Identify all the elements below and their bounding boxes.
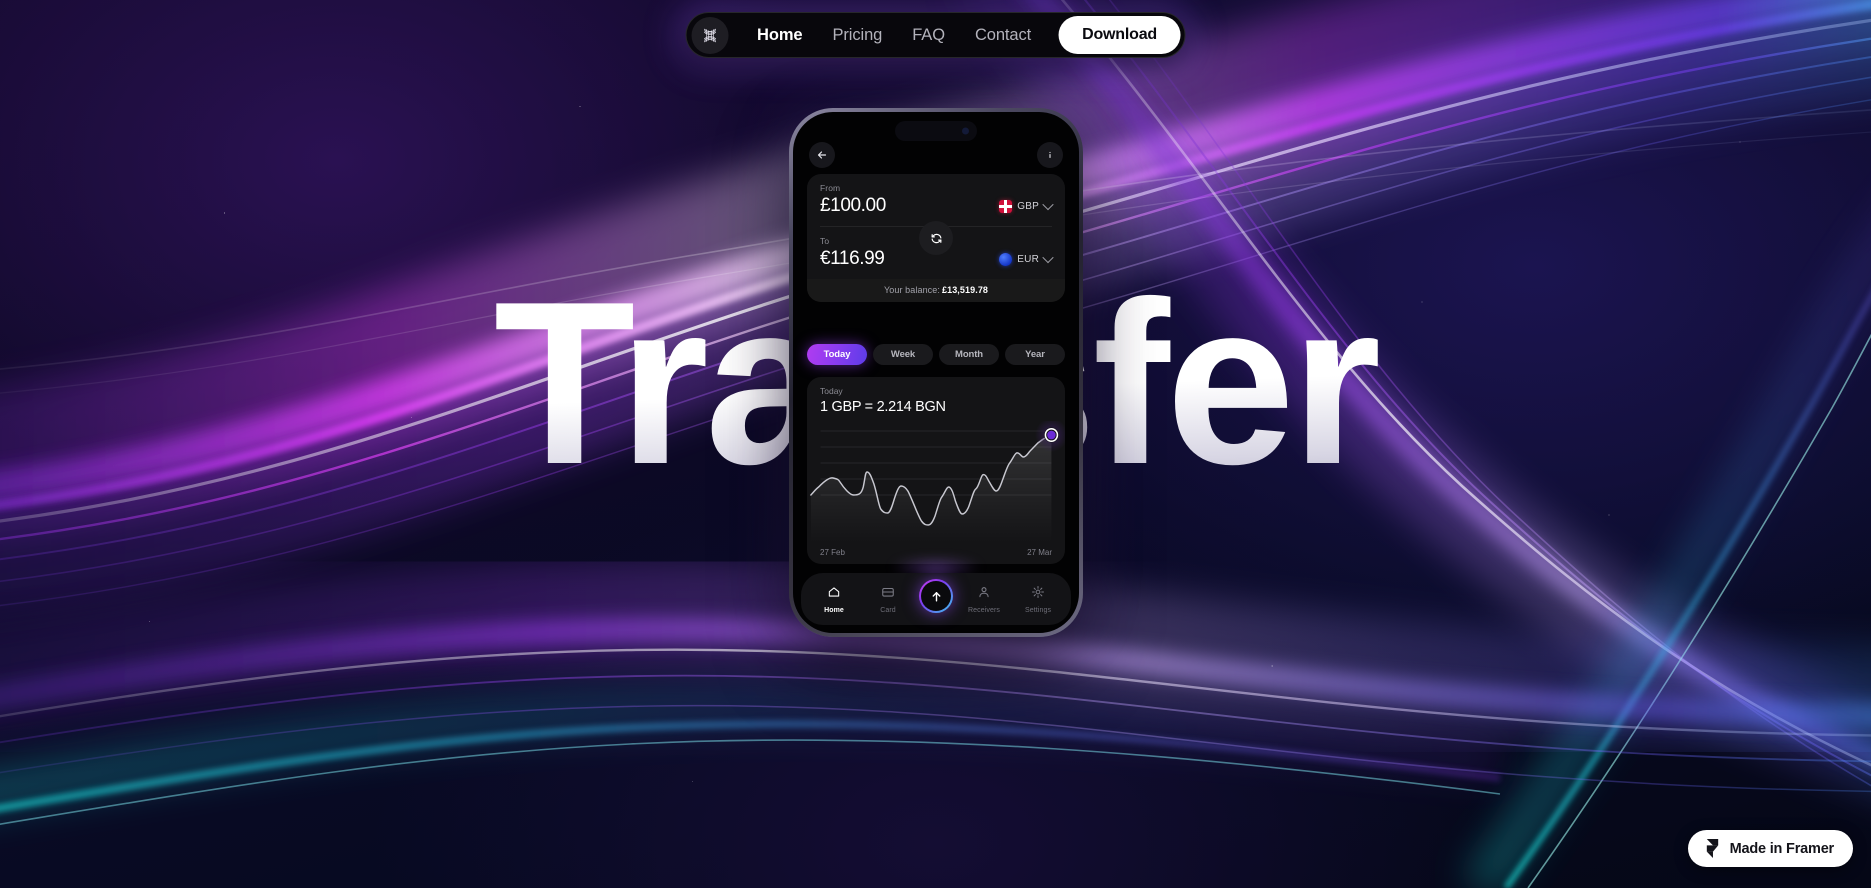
download-button[interactable]: Download [1058,16,1181,54]
chart-period-label: Today [820,386,843,396]
info-icon[interactable] [1037,142,1063,168]
period-tab-today[interactable]: Today [807,344,867,365]
arrow-left-icon[interactable] [809,142,835,168]
bottom-nav-card[interactable]: Card [865,585,911,614]
period-tab-year[interactable]: Year [1005,344,1065,365]
balance-bar: Your balance: £13,519.78 [807,279,1065,302]
dynamic-island [895,121,977,141]
bottom-nav-receivers[interactable]: Receivers [961,585,1007,614]
person-icon [977,585,991,604]
gear-icon [1031,585,1045,604]
made-in-framer-badge[interactable]: Made in Framer [1687,830,1853,867]
card-icon [881,585,895,604]
chart-area-fill [810,435,1052,543]
nav-links: Home Pricing FAQ Contact [742,20,1046,51]
home-icon [827,585,841,604]
chevron-down-icon [1042,251,1054,264]
to-currency-selector[interactable]: EUR [999,251,1054,266]
converter-from-row: From £100.00 GBP [807,174,1065,226]
from-currency-selector[interactable]: GBP [999,198,1054,213]
balance-label: Your balance: [883,285,940,295]
period-tab-month[interactable]: Month [939,344,999,365]
bottom-nav-home[interactable]: Home [811,585,857,614]
bottom-nav-home-label: Home [824,606,844,614]
phone-mockup: From £100.00 GBP To €116.99 EUR Your bal… [789,108,1083,637]
chart-current-marker [1047,430,1056,440]
chart-date-axis: 27 Feb 27 Mar [820,548,1052,557]
to-amount-value[interactable]: €116.99 [820,248,885,270]
bottom-nav-settings-label: Settings [1024,606,1052,614]
nav-link-home[interactable]: Home [742,20,817,51]
exchange-rate-chart-card: Today 1 GBP = 2.214 BGN 27 Feb 27 Mar [807,377,1065,564]
chart-end-date: 27 Mar [1027,548,1052,557]
bottom-nav-receivers-label: Receivers [967,606,1001,614]
app-bottom-nav: Home Card Receivers Settings [801,573,1071,625]
balance-value: £13,519.78 [941,285,989,295]
nav-link-faq[interactable]: FAQ [897,20,960,51]
x-braid-logo-icon[interactable] [691,16,729,54]
nav-link-contact[interactable]: Contact [960,20,1046,51]
period-tab-week[interactable]: Week [873,344,933,365]
flag-eur-icon [999,252,1013,266]
to-currency-code: EUR [1017,253,1039,265]
main-navbar: Home Pricing FAQ Contact Download [685,12,1186,58]
bottom-nav-settings[interactable]: Settings [1015,585,1061,614]
currency-converter-card: From £100.00 GBP To €116.99 EUR Your bal… [807,174,1065,302]
chart-rate-value: 1 GBP = 2.214 BGN [820,399,946,415]
front-camera-icon [962,127,969,135]
chart-start-date: 27 Feb [820,548,845,557]
from-label: From [820,183,841,193]
app-header [793,135,1079,175]
flag-gbp-icon [999,199,1013,213]
chevron-down-icon [1042,198,1054,211]
phone-screen: From £100.00 GBP To €116.99 EUR Your bal… [793,112,1079,633]
send-money-button[interactable] [919,579,953,613]
from-amount-value[interactable]: £100.00 [820,195,886,217]
page-root: Transfer Home Pricing [0,0,1871,888]
rate-line-chart [807,421,1065,543]
framer-badge-label: Made in Framer [1729,840,1835,857]
from-currency-code: GBP [1017,200,1039,212]
nav-link-pricing[interactable]: Pricing [817,20,897,51]
bottom-nav-card-label: Card [880,606,896,614]
period-tabs: Today Week Month Year [807,344,1065,365]
swap-refresh-icon[interactable] [919,221,953,255]
chart-header: Today 1 GBP = 2.214 BGN [807,377,1065,415]
framer-logo-icon [1704,839,1721,858]
